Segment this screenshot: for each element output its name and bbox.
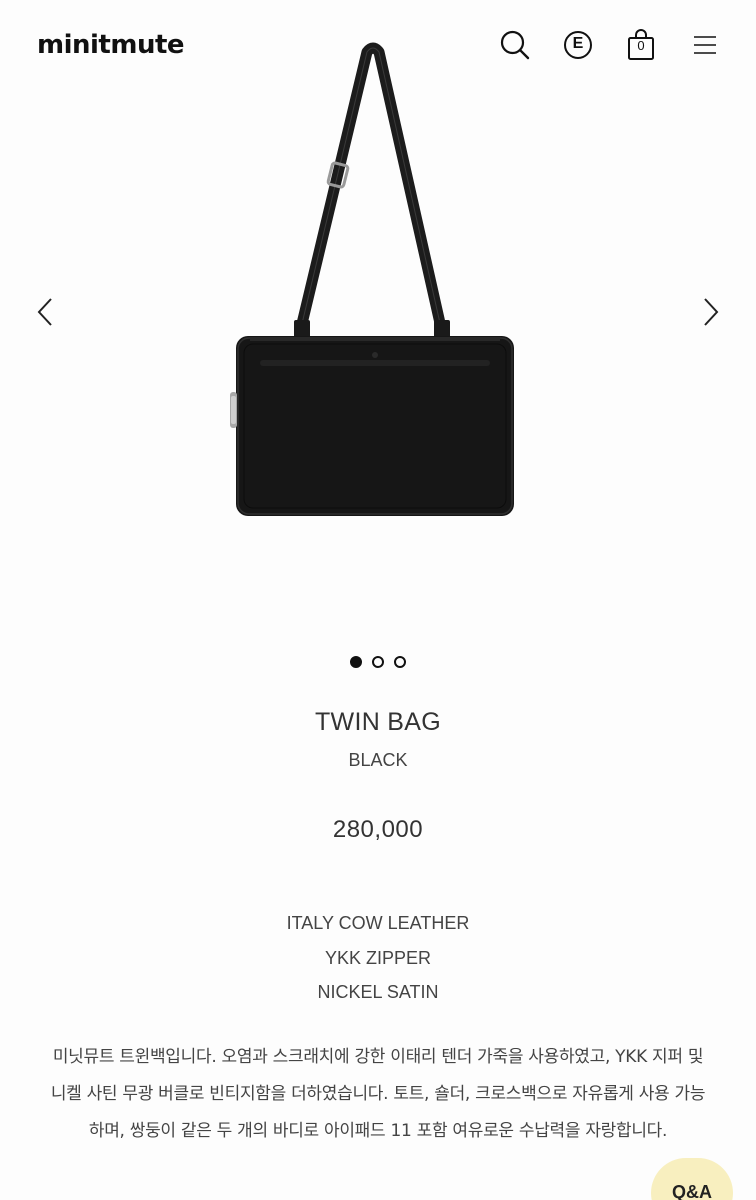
previous-slide-button[interactable] [30, 290, 60, 334]
chevron-left-icon [37, 298, 52, 326]
slide-indicator [0, 656, 756, 668]
product-color: BLACK [348, 750, 408, 770]
menu-icon[interactable] [686, 26, 724, 64]
e-icon-letter: E [572, 35, 584, 52]
product-gallery[interactable] [0, 0, 756, 640]
feature-item: NICKEL SATIN [317, 982, 439, 1002]
shopping-bag-icon[interactable]: 0 [622, 26, 660, 64]
product-features: ITALY COW LEATHER YKK ZIPPER NICKEL SATI… [0, 906, 756, 1010]
slide-dot-2[interactable] [372, 656, 384, 668]
feature-item: ITALY COW LEATHER [286, 913, 470, 933]
product-price: 280,000 [332, 816, 424, 843]
slide-dot-3[interactable] [394, 656, 406, 668]
search-icon[interactable] [496, 26, 534, 64]
product-image [230, 42, 514, 516]
site-header: minitmute E 0 [0, 0, 756, 92]
product-description: 미닛뮤트 트윈백입니다. 오염과 스크래치에 강한 이태리 텐더 가죽을 사용하… [50, 1047, 706, 1141]
cart-count-badge: 0 [637, 38, 645, 53]
next-slide-button[interactable] [696, 290, 726, 334]
qa-button[interactable]: Q&A [651, 1158, 733, 1200]
feature-item: YKK ZIPPER [324, 947, 432, 968]
brand-logo[interactable]: minitmute [37, 30, 185, 60]
chevron-right-icon [704, 298, 719, 326]
slide-dot-1[interactable] [350, 656, 362, 668]
product-name: TWIN BAG [314, 708, 441, 736]
e-icon[interactable]: E [559, 26, 597, 64]
